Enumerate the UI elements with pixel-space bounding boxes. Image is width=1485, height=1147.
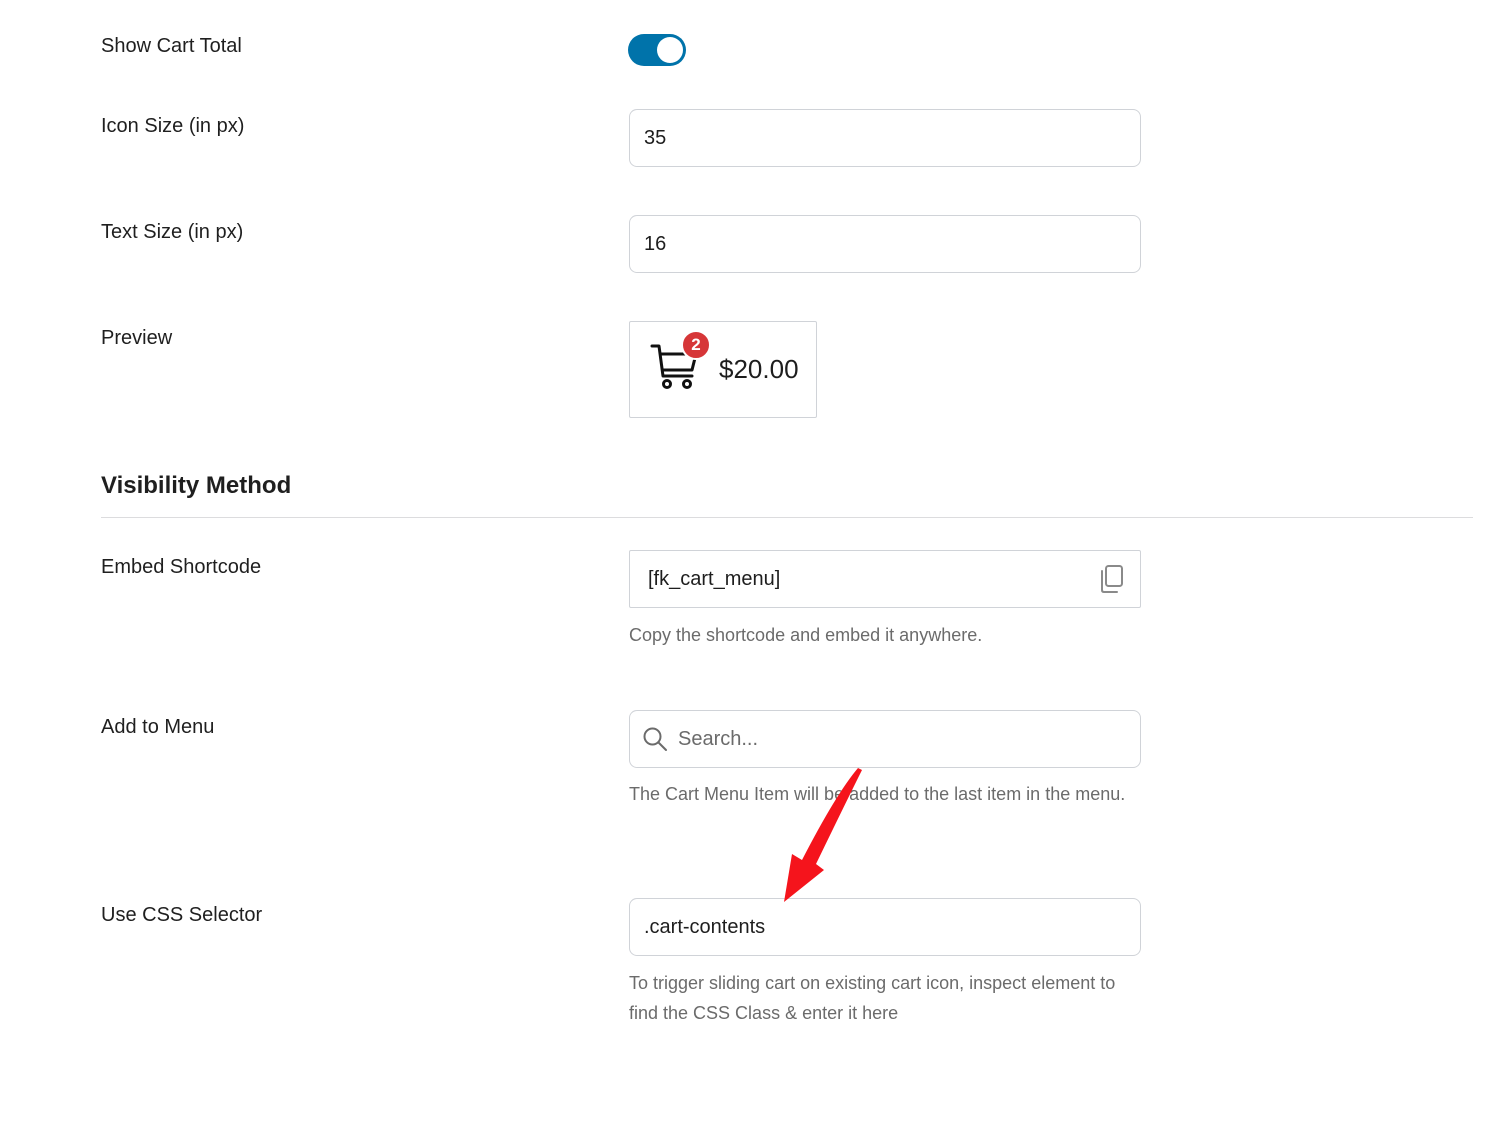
css-selector-input[interactable]: .cart-contents — [629, 898, 1141, 956]
add-to-menu-label: Add to Menu — [101, 716, 215, 738]
section-divider — [101, 517, 1473, 518]
shortcode-help-text: Copy the shortcode and embed it anywhere… — [629, 625, 983, 645]
menu-search-box[interactable] — [629, 710, 1141, 768]
preview-label: Preview — [101, 327, 173, 349]
text-size-value: 16 — [644, 232, 667, 255]
icon-size-label: Icon Size (in px) — [101, 115, 245, 137]
toggle-knob — [657, 37, 683, 63]
show-cart-total-toggle[interactable] — [628, 34, 686, 66]
search-icon — [643, 727, 667, 751]
text-size-label: Text Size (in px) — [101, 221, 244, 243]
cart-total-amount: $20.00 — [719, 354, 799, 384]
visibility-method-heading: Visibility Method — [101, 472, 292, 499]
shortcode-field[interactable]: [fk_cart_menu] — [629, 550, 1141, 608]
menu-search-input[interactable] — [678, 727, 1126, 751]
text-size-input[interactable]: 16 — [629, 215, 1141, 273]
css-selector-label: Use CSS Selector — [101, 904, 263, 926]
icon-size-input[interactable]: 35 — [629, 109, 1141, 167]
cart-count-badge: 2 — [681, 330, 711, 360]
shortcode-value: [fk_cart_menu] — [648, 567, 781, 590]
add-to-menu-help-text: The Cart Menu Item will be added to the … — [629, 784, 1126, 804]
cart-preview: 2 $20.00 — [629, 321, 817, 418]
show-cart-total-label: Show Cart Total — [101, 35, 242, 57]
embed-shortcode-label: Embed Shortcode — [101, 556, 262, 578]
copy-icon[interactable] — [1098, 563, 1126, 595]
css-selector-help-text: To trigger sliding cart on existing cart… — [629, 973, 1116, 1023]
css-selector-value: .cart-contents — [644, 915, 766, 938]
icon-size-value: 35 — [644, 126, 667, 149]
